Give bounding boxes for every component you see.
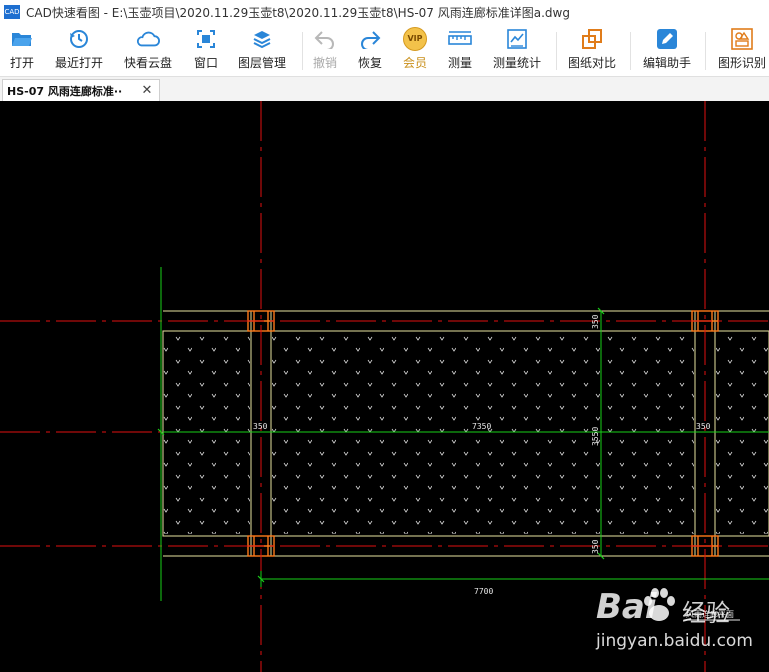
app-logo-icon: CAD: [4, 5, 20, 19]
paw-logo-icon: [642, 587, 676, 623]
dimension-label: 7700: [474, 587, 493, 596]
dimension-label: 350: [253, 422, 268, 431]
shape-recognition-label: 图形识别: [718, 56, 767, 70]
measure-stats-icon: [505, 28, 529, 50]
compare-icon: [580, 28, 604, 50]
open-button-label: 打开: [10, 56, 35, 70]
vip-badge: VIP: [403, 27, 427, 51]
toolbar-divider: [556, 32, 557, 70]
layers-icon: [250, 28, 274, 50]
toolbar-divider: [630, 32, 631, 70]
open-button[interactable]: 打开: [10, 28, 34, 72]
measure-label: 测量: [448, 56, 473, 70]
drawing-canvas[interactable]: 350 7350 350 7700 350 3550 350 风雨连廊平面 Ba…: [0, 101, 769, 672]
edit-assistant-label: 编辑助手: [643, 56, 692, 70]
drawing-compare-label: 图纸对比: [568, 56, 617, 70]
document-tab-bar: HS-07 风雨连廊标准·· ✕: [0, 77, 769, 102]
watermark-brand-suffix: 经验: [682, 599, 730, 627]
vip-button[interactable]: VIP 会员: [403, 27, 428, 72]
cloud-icon: [136, 28, 160, 50]
dimension-label: 7350: [472, 422, 491, 431]
folder-open-icon: [10, 28, 34, 50]
dimension-label: 350: [591, 539, 600, 554]
recent-open-label: 最近打开: [55, 56, 104, 70]
dimension-label: 350: [591, 314, 600, 329]
dimension-label: 350: [696, 422, 711, 431]
edit-assistant-button[interactable]: 编辑助手: [643, 28, 691, 72]
recent-open-button[interactable]: 最近打开: [55, 28, 103, 72]
close-tab-icon[interactable]: ✕: [137, 83, 157, 98]
undo-label: 撤销: [313, 56, 338, 70]
measure-stats-label: 测量统计: [493, 56, 542, 70]
cloud-disk-label: 快看云盘: [124, 56, 173, 70]
layer-manage-button[interactable]: 图层管理: [238, 28, 286, 72]
redo-button[interactable]: 恢复: [358, 28, 382, 72]
redo-icon: [358, 28, 382, 50]
undo-icon: [313, 28, 337, 50]
document-tab[interactable]: HS-07 风雨连廊标准·· ✕: [2, 79, 160, 101]
layer-manage-label: 图层管理: [238, 56, 287, 70]
edit-assistant-icon: [655, 28, 679, 50]
redo-label: 恢复: [358, 56, 383, 70]
shape-recognition-icon: [730, 28, 754, 50]
cloud-disk-button[interactable]: 快看云盘: [124, 28, 172, 72]
window-button[interactable]: 窗口: [194, 28, 218, 72]
measure-stats-button[interactable]: 测量统计: [493, 28, 541, 72]
shape-recognition-button[interactable]: 图形识别: [718, 28, 766, 72]
ruler-icon: [448, 28, 472, 50]
title-bar: CAD CAD快速看图 - E:\玉壶项目\2020.11.29玉壶t8\202…: [0, 0, 769, 24]
watermark-url: jingyan.baidu.com: [596, 631, 753, 651]
toolbar-divider: [705, 32, 706, 70]
toolbar-divider: [302, 32, 303, 70]
document-tab-label: HS-07 风雨连廊标准··: [7, 84, 123, 98]
dimension-label: 3550: [591, 427, 600, 446]
window-title: CAD快速看图 - E:\玉壶项目\2020.11.29玉壶t8\2020.11…: [26, 5, 570, 20]
window-label: 窗口: [194, 56, 219, 70]
vip-icon: VIP: [403, 27, 427, 51]
vip-label: 会员: [403, 56, 428, 70]
main-toolbar: 打开 最近打开 快看云盘 窗口 图层管理 撤销 恢复 VIP 会员 测量 测量统…: [0, 24, 769, 77]
undo-button[interactable]: 撤销: [313, 28, 337, 72]
window-icon: [194, 28, 218, 50]
hatched-slab-areas: [163, 333, 769, 534]
drawing-compare-button[interactable]: 图纸对比: [568, 28, 616, 72]
recent-clock-icon: [67, 28, 91, 50]
measure-button[interactable]: 测量: [448, 28, 472, 72]
